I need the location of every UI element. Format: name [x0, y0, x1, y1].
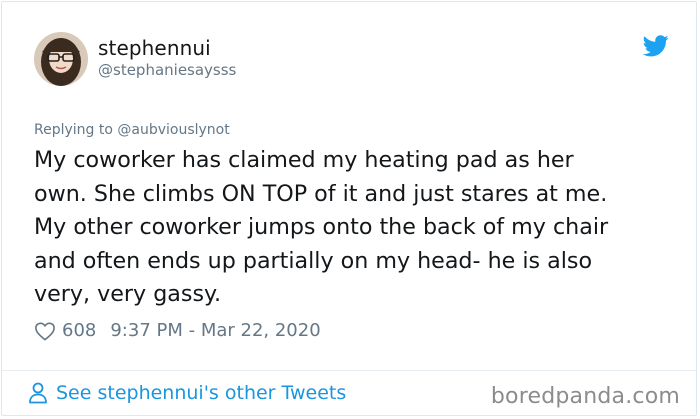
tweet-card: stephennui @stephaniesaysss Replying to …	[1, 1, 697, 416]
avatar[interactable]	[34, 32, 88, 86]
see-other-tweets-label[interactable]: See stephennui's other Tweets	[56, 382, 346, 404]
person-icon	[29, 382, 47, 404]
tweet-text: My coworker has claimed my heating pad a…	[34, 147, 609, 308]
tweet-meta: 608 9:37 PM - Mar 22, 2020	[34, 320, 321, 341]
twitter-bird-icon[interactable]	[643, 35, 669, 57]
timestamp[interactable]: 9:37 PM - Mar 22, 2020	[110, 320, 320, 341]
author-name[interactable]: stephennui	[98, 36, 211, 60]
divider	[2, 370, 696, 371]
see-other-tweets-link[interactable]: See stephennui's other Tweets	[28, 382, 346, 404]
like-count[interactable]: 608	[62, 320, 96, 341]
replying-to[interactable]: Replying to @aubviouslynot	[34, 122, 230, 138]
author-handle[interactable]: @stephaniesaysss	[98, 61, 236, 79]
heart-icon[interactable]	[34, 321, 56, 341]
boredpanda-watermark: boredpanda.com	[490, 384, 680, 409]
